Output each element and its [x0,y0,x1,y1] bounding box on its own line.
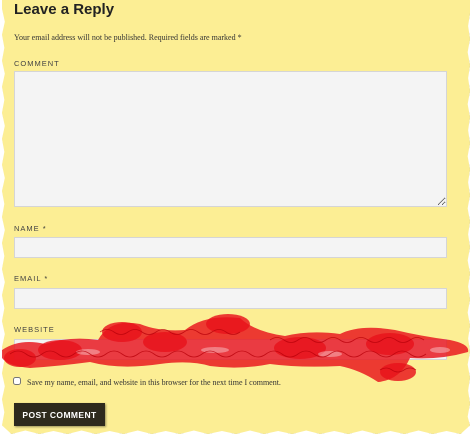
email-input[interactable] [14,288,447,309]
email-notes: Your email address will not be published… [14,33,147,42]
name-required-mark: * [42,224,47,233]
comment-notes: Your email address will not be published… [14,33,242,42]
email-label-text: EMAIL [14,274,42,283]
name-label: NAME * [14,224,47,233]
name-input[interactable] [14,237,447,258]
comment-label-text: COMMENT [14,59,60,68]
name-label-text: NAME [14,224,40,233]
comment-textarea[interactable] [14,71,447,207]
post-comment-button[interactable]: POST COMMENT [14,403,105,426]
form-title: Leave a Reply [14,1,115,18]
required-notes: Required fields are marked [148,33,236,42]
comment-label: COMMENT [14,59,60,68]
email-label: EMAIL * [14,274,48,283]
email-required-mark: * [44,274,49,283]
red-scribble-redaction [2,314,469,382]
required-mark: * [237,33,242,42]
